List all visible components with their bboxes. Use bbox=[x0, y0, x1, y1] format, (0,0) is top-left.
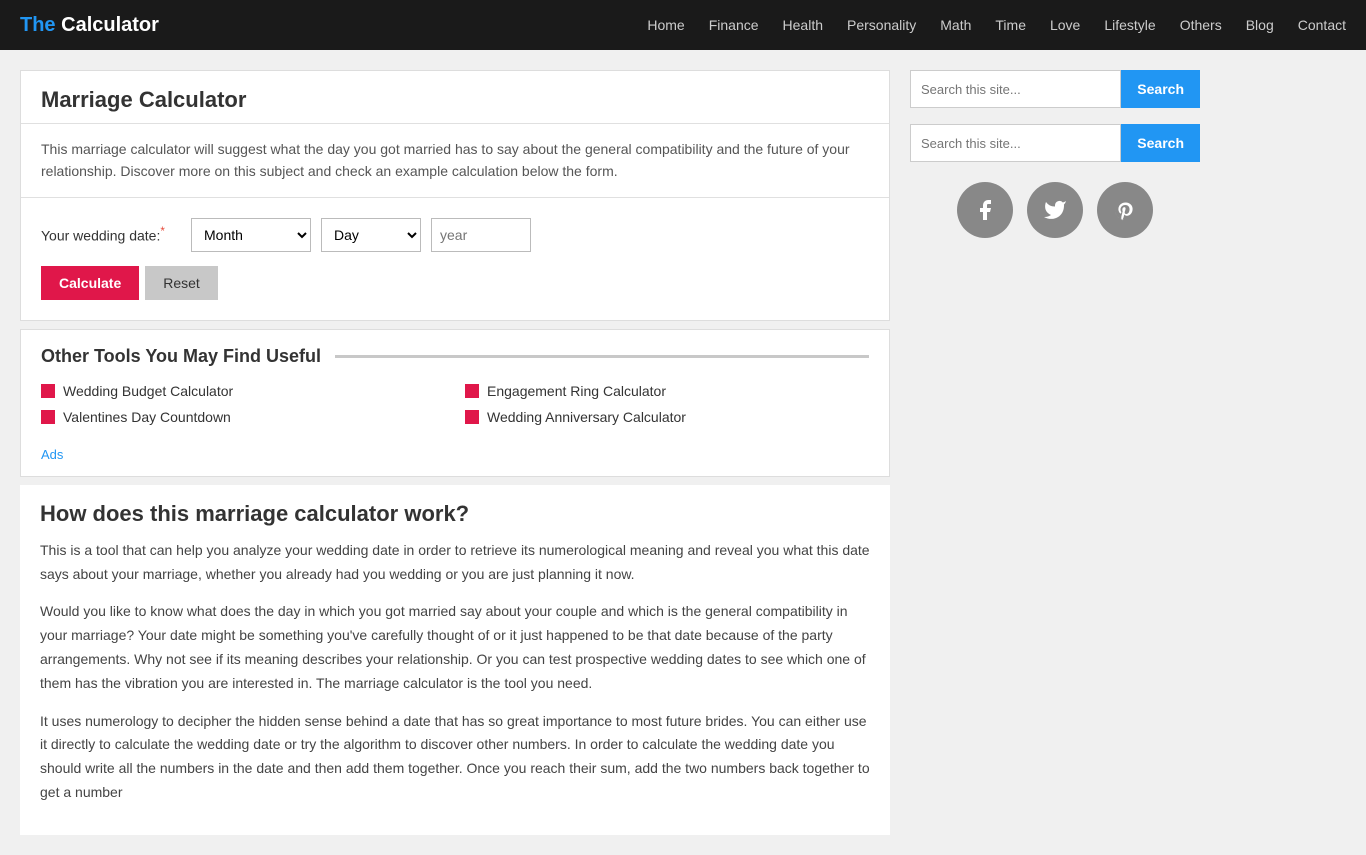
month-select[interactable]: MonthJanuaryFebruaryMarchAprilMayJuneJul… bbox=[191, 218, 311, 252]
heading-divider bbox=[335, 355, 869, 358]
main-content: Marriage Calculator This marriage calcul… bbox=[20, 70, 890, 835]
article-para-3: It uses numerology to decipher the hidde… bbox=[40, 710, 870, 805]
social-icons bbox=[910, 182, 1200, 238]
site-brand[interactable]: The Calculator bbox=[20, 14, 159, 37]
button-row: Calculate Reset bbox=[41, 266, 869, 300]
tool-icon-red bbox=[41, 384, 55, 398]
search-button-1[interactable]: Search bbox=[1121, 70, 1200, 108]
twitter-icon[interactable] bbox=[1027, 182, 1083, 238]
page-container: Marriage Calculator This marriage calcul… bbox=[0, 50, 1366, 855]
brand-white: Calculator bbox=[61, 14, 159, 36]
nav-time[interactable]: Time bbox=[995, 17, 1026, 33]
title-card: Marriage Calculator This marriage calcul… bbox=[20, 70, 890, 321]
nav-math[interactable]: Math bbox=[940, 17, 971, 33]
search-box-1: Search bbox=[910, 70, 1200, 108]
tool-link-wedding-budget[interactable]: Wedding Budget Calculator bbox=[63, 383, 233, 399]
tool-link-engagement-ring[interactable]: Engagement Ring Calculator bbox=[487, 383, 666, 399]
article-heading: How does this marriage calculator work? bbox=[40, 501, 870, 527]
tool-link-anniversary[interactable]: Wedding Anniversary Calculator bbox=[487, 409, 686, 425]
facebook-icon[interactable] bbox=[957, 182, 1013, 238]
article-section: How does this marriage calculator work? … bbox=[20, 485, 890, 835]
day-select[interactable]: Day1234567891011121314151617181920212223… bbox=[321, 218, 421, 252]
date-row: Your wedding date:* MonthJanuaryFebruary… bbox=[41, 218, 869, 252]
nav-links: Home Finance Health Personality Math Tim… bbox=[647, 17, 1346, 33]
navbar: The Calculator Home Finance Health Perso… bbox=[0, 0, 1366, 50]
year-input[interactable] bbox=[431, 218, 531, 252]
tools-grid: Wedding Budget Calculator Engagement Rin… bbox=[41, 383, 869, 441]
nav-others[interactable]: Others bbox=[1180, 17, 1222, 33]
page-description: This marriage calculator will suggest wh… bbox=[21, 124, 889, 198]
tool-icon-red-2 bbox=[465, 384, 479, 398]
tool-link-valentines[interactable]: Valentines Day Countdown bbox=[63, 409, 231, 425]
search-button-2[interactable]: Search bbox=[1121, 124, 1200, 162]
brand-blue: The bbox=[20, 14, 61, 36]
tools-heading: Other Tools You May Find Useful bbox=[41, 346, 321, 367]
nav-lifestyle[interactable]: Lifestyle bbox=[1104, 17, 1155, 33]
tools-heading-row: Other Tools You May Find Useful bbox=[41, 346, 869, 367]
calculate-button[interactable]: Calculate bbox=[41, 266, 139, 300]
page-title: Marriage Calculator bbox=[21, 71, 889, 124]
calculator-form: Your wedding date:* MonthJanuaryFebruary… bbox=[21, 198, 889, 320]
nav-blog[interactable]: Blog bbox=[1246, 17, 1274, 33]
article-para-1: This is a tool that can help you analyze… bbox=[40, 539, 870, 587]
date-label: Your wedding date:* bbox=[41, 225, 181, 244]
nav-personality[interactable]: Personality bbox=[847, 17, 916, 33]
tool-wedding-budget: Wedding Budget Calculator bbox=[41, 383, 445, 399]
nav-health[interactable]: Health bbox=[783, 17, 823, 33]
nav-love[interactable]: Love bbox=[1050, 17, 1080, 33]
tool-engagement-ring: Engagement Ring Calculator bbox=[465, 383, 869, 399]
nav-home[interactable]: Home bbox=[647, 17, 684, 33]
search-box-2: Search bbox=[910, 124, 1200, 162]
tool-icon-red-4 bbox=[465, 410, 479, 424]
tool-icon-red-3 bbox=[41, 410, 55, 424]
tool-anniversary: Wedding Anniversary Calculator bbox=[465, 409, 869, 425]
nav-contact[interactable]: Contact bbox=[1298, 17, 1346, 33]
article-para-2: Would you like to know what does the day… bbox=[40, 600, 870, 695]
reset-button[interactable]: Reset bbox=[145, 266, 218, 300]
pinterest-icon[interactable] bbox=[1097, 182, 1153, 238]
sidebar: Search Search bbox=[910, 70, 1200, 835]
tools-section: Other Tools You May Find Useful Wedding … bbox=[20, 329, 890, 477]
ads-label: Ads bbox=[41, 441, 869, 476]
tool-valentines: Valentines Day Countdown bbox=[41, 409, 445, 425]
search-input-2[interactable] bbox=[910, 124, 1121, 162]
search-input-1[interactable] bbox=[910, 70, 1121, 108]
nav-finance[interactable]: Finance bbox=[709, 17, 759, 33]
